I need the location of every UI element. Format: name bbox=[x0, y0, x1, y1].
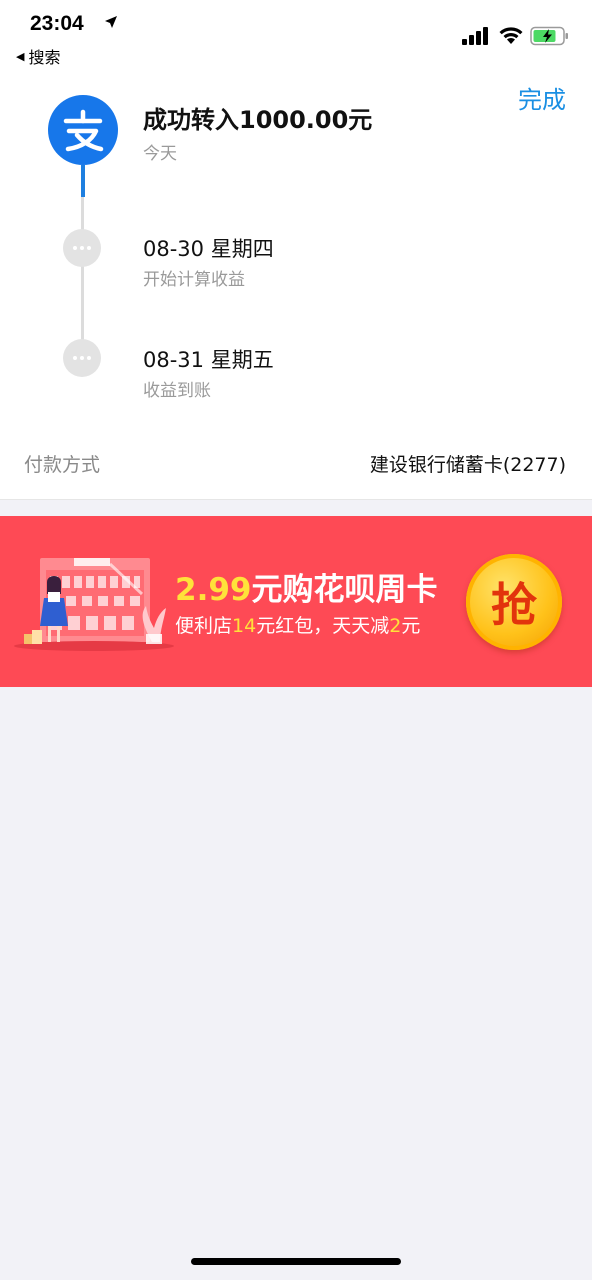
payment-method-label: 付款方式 bbox=[24, 454, 101, 476]
back-label: 搜索 bbox=[28, 48, 61, 67]
banner-sub-amount: 2 bbox=[389, 615, 402, 637]
cellular-signal-icon bbox=[462, 27, 488, 45]
banner-sub-text: 元 bbox=[401, 615, 421, 637]
transfer-title: 成功转入1000.00元 bbox=[143, 106, 373, 134]
timeline-line-active bbox=[81, 165, 85, 197]
location-arrow-icon bbox=[105, 16, 117, 28]
shop-illustration-icon bbox=[14, 558, 174, 651]
wifi-icon bbox=[499, 27, 523, 44]
done-button[interactable]: 完成 bbox=[518, 80, 566, 115]
step-description: 收益到账 bbox=[143, 381, 211, 401]
transfer-date: 今天 bbox=[143, 144, 177, 164]
alipay-logo-icon bbox=[48, 95, 118, 165]
payment-method-value: 建设银行储蓄卡(2277) bbox=[369, 454, 566, 476]
pending-dot-icon bbox=[63, 339, 101, 377]
banner-sub-text: 元红包，天天减 bbox=[256, 615, 390, 637]
timeline-line-pending bbox=[81, 197, 84, 357]
home-indicator[interactable] bbox=[191, 1258, 401, 1265]
back-to-search-link[interactable]: ◀ 搜索 bbox=[16, 44, 60, 68]
step-description: 开始计算收益 bbox=[143, 270, 245, 290]
banner-sub-amount: 14 bbox=[232, 615, 257, 637]
banner-subline: 便利店14元红包，天天减2元 bbox=[175, 611, 420, 638]
step-date: 08-31 星期五 bbox=[143, 348, 274, 372]
status-time: 23:04 bbox=[30, 12, 84, 35]
banner-price: 2.99 bbox=[175, 572, 252, 608]
banner-sub-text: 便利店 bbox=[175, 615, 233, 637]
step-date: 08-30 星期四 bbox=[143, 237, 274, 261]
banner-headline: 2.99元购花呗周卡 bbox=[175, 564, 438, 609]
pending-dot-icon bbox=[63, 229, 101, 267]
back-triangle-icon: ◀ bbox=[16, 49, 25, 63]
grab-button[interactable]: 抢 bbox=[466, 554, 562, 650]
battery-charging-icon bbox=[530, 26, 568, 46]
huabei-promo-banner[interactable]: 2.99元购花呗周卡 便利店14元红包，天天减2元 抢 bbox=[0, 516, 592, 687]
banner-headline-text: 元购花呗周卡 bbox=[251, 572, 438, 608]
grab-button-label: 抢 bbox=[491, 578, 537, 632]
